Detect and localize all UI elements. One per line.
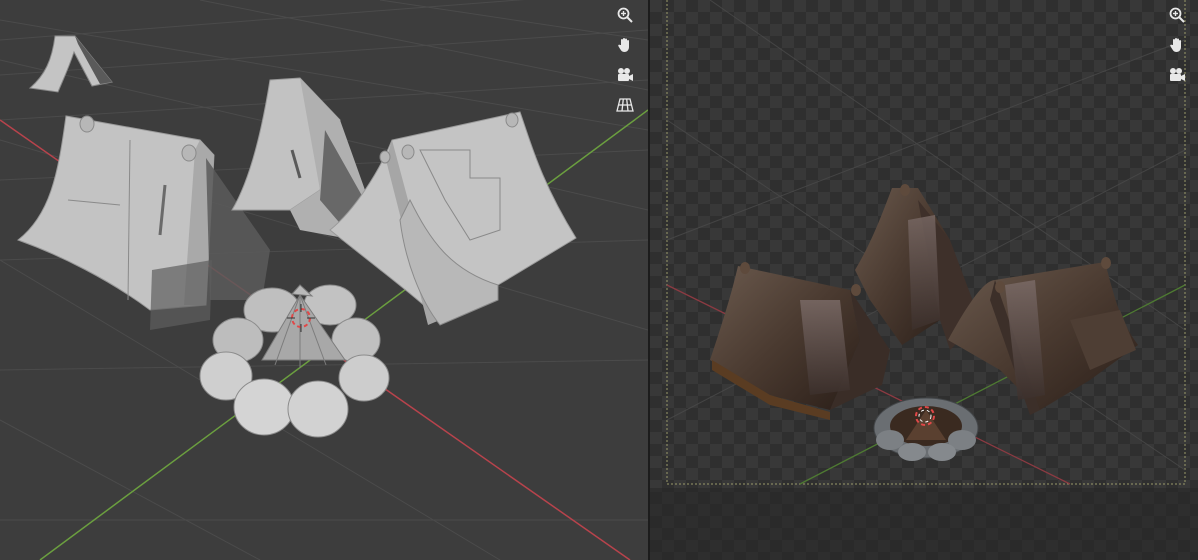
rendered-scene — [650, 0, 1198, 560]
viewport-rendered[interactable] — [650, 0, 1198, 560]
right-tent[interactable] — [329, 111, 577, 326]
left-tent[interactable] — [16, 115, 270, 330]
camera-view-icon[interactable] — [612, 62, 638, 88]
pan-hand-icon[interactable] — [612, 32, 638, 58]
perspective-grid-icon[interactable] — [612, 92, 638, 118]
zoom-icon[interactable] — [1164, 2, 1190, 28]
viewport-solid[interactable] — [0, 0, 648, 560]
camera-view-icon[interactable] — [1164, 62, 1190, 88]
campfire[interactable] — [199, 284, 390, 438]
small-tent[interactable] — [28, 35, 113, 93]
zoom-icon[interactable] — [612, 2, 638, 28]
pan-hand-icon[interactable] — [1164, 32, 1190, 58]
viewport-navigation-gizmo — [1164, 2, 1190, 88]
viewport-navigation-gizmo — [612, 2, 638, 118]
solid-scene — [0, 0, 648, 560]
blender-workspace — [0, 0, 1198, 560]
outside-camera-region — [650, 488, 1198, 560]
